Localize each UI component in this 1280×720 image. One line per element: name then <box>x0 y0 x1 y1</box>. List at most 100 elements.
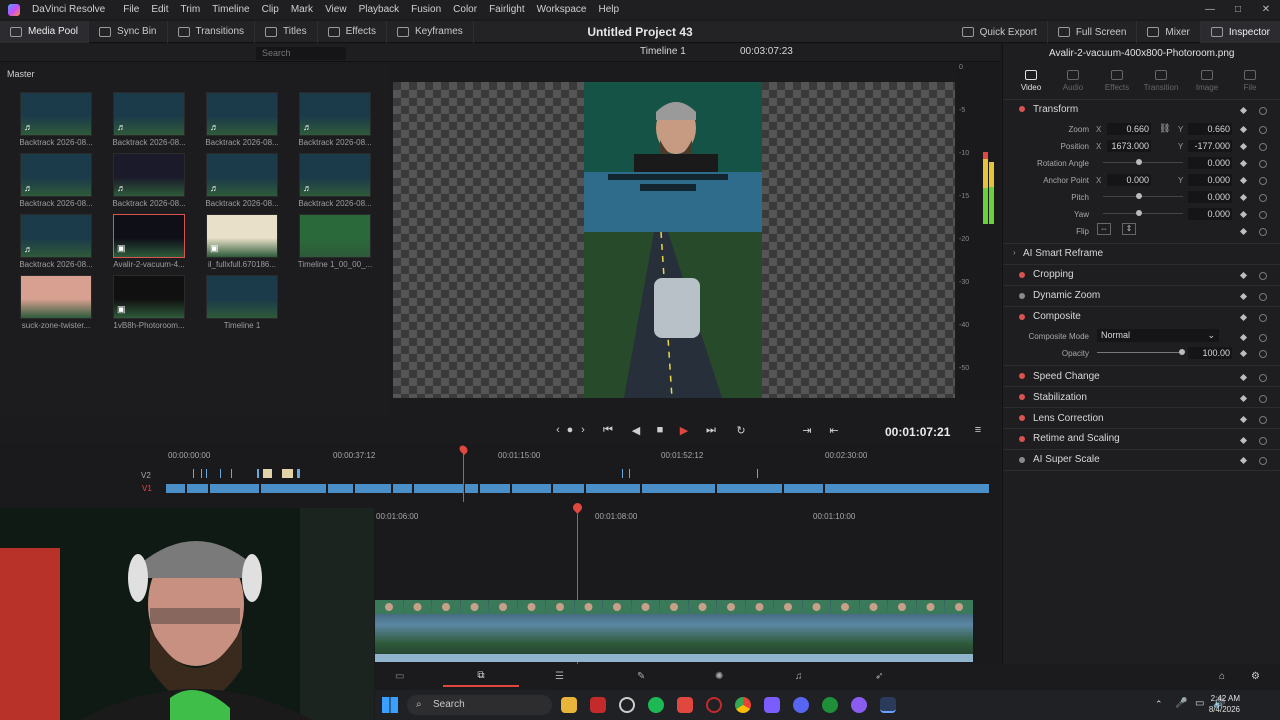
cropping-enable-toggle[interactable] <box>1019 272 1025 278</box>
media-clip[interactable]: Timeline 1 <box>206 275 278 335</box>
menu-workspace[interactable]: Workspace <box>531 4 593 15</box>
anchor-y-field[interactable]: 0.000 <box>1188 174 1232 186</box>
minimize-icon[interactable]: — <box>1196 0 1224 19</box>
reset-icon[interactable] <box>1259 126 1267 134</box>
color-page-icon[interactable]: ✺ <box>715 671 723 682</box>
timeline-clip-v2[interactable] <box>297 469 301 478</box>
timeline-selector[interactable]: Timeline 1 <box>640 46 686 57</box>
anchor-x-field[interactable]: 0.000 <box>1107 174 1151 186</box>
close-icon[interactable]: ✕ <box>1252 0 1280 19</box>
microphone-icon[interactable]: 🎤 <box>1175 698 1187 709</box>
keyframe-diamond-icon[interactable] <box>1239 125 1248 134</box>
timeline-clip[interactable] <box>166 484 186 493</box>
keyframe-diamond-icon[interactable] <box>1239 210 1248 219</box>
keyframe-diamond-icon[interactable] <box>1239 142 1248 151</box>
timeline-clip-v2[interactable] <box>263 469 273 478</box>
timeline-clip-v2[interactable] <box>231 469 233 478</box>
media-clip[interactable]: ▣ Avalir-2-vacuum-4... <box>113 214 185 274</box>
media-clip[interactable]: ♬ Backtrack 2026-08... <box>19 92 93 152</box>
timeline-clip[interactable] <box>261 484 327 493</box>
menu-file[interactable]: File <box>117 4 145 15</box>
next-clip-icon[interactable]: ⇥ <box>799 424 815 437</box>
play-icon[interactable]: ▶ <box>676 424 692 437</box>
reset-icon[interactable] <box>1259 334 1267 342</box>
reset-icon[interactable] <box>1259 314 1267 322</box>
ai-smart-reframe-title[interactable]: AI Smart Reframe <box>1023 248 1103 259</box>
pitch-field[interactable]: 0.000 <box>1188 191 1232 203</box>
tab-transition[interactable]: Transition <box>1141 70 1181 92</box>
menu-fusion[interactable]: Fusion <box>405 4 447 15</box>
composite-enable-toggle[interactable] <box>1019 314 1025 320</box>
opacity-slider[interactable] <box>1097 352 1183 353</box>
timeline-clip[interactable] <box>355 484 392 493</box>
reset-icon[interactable] <box>1259 293 1267 301</box>
timeline-clip[interactable] <box>553 484 585 493</box>
tab-file[interactable]: File <box>1230 70 1270 92</box>
taskbar-clock[interactable]: 2:42 AM 8/4/2026 <box>1209 693 1240 715</box>
deliver-page-icon[interactable]: ➶ <box>875 671 883 682</box>
timeline-clip-v2[interactable] <box>282 469 294 478</box>
media-clip[interactable]: ▣ il_fullxfull.670186... <box>206 214 278 274</box>
reset-icon[interactable] <box>1259 194 1267 202</box>
bin-label[interactable]: Master <box>7 69 35 79</box>
timeline-clip[interactable] <box>414 484 464 493</box>
go-to-start-icon[interactable]: ⏮ <box>600 424 616 437</box>
discord-icon[interactable] <box>793 697 809 713</box>
app-icon-circle[interactable] <box>619 697 635 713</box>
timeline-clip[interactable] <box>480 484 511 493</box>
keyframe-diamond-icon[interactable] <box>1239 333 1248 342</box>
keyframe-diamond-icon[interactable] <box>1239 456 1248 465</box>
zoom-y-field[interactable]: 0.660 <box>1188 123 1232 135</box>
position-x-field[interactable]: 1673.000 <box>1107 140 1151 152</box>
media-clip[interactable]: ♬ Backtrack 2026-08... <box>112 92 186 152</box>
titles-button[interactable]: Titles <box>255 20 318 43</box>
keyframe-diamond-icon[interactable] <box>1239 313 1248 322</box>
mixer-button[interactable]: Mixer <box>1137 21 1201 43</box>
media-clip[interactable]: ♬ Backtrack 2026-08... <box>19 153 93 213</box>
yaw-field[interactable]: 0.000 <box>1188 208 1232 220</box>
reset-icon[interactable] <box>1259 457 1267 465</box>
timeline-clip[interactable] <box>328 484 354 493</box>
timeline-clip[interactable] <box>825 484 990 493</box>
tab-effects[interactable]: Effects <box>1097 70 1137 92</box>
timeline-clip-v2[interactable] <box>757 469 759 478</box>
media-clip[interactable]: ♬ Backtrack 2026-08... <box>205 92 279 152</box>
maximize-icon[interactable]: □ <box>1224 0 1252 19</box>
reset-icon[interactable] <box>1259 437 1267 445</box>
dynamic-zoom-enable-toggle[interactable] <box>1019 293 1025 299</box>
menu-mark[interactable]: Mark <box>285 4 319 15</box>
media-clip[interactable]: suck-zone-twister... <box>20 275 92 335</box>
go-to-end-icon[interactable]: ⏭ <box>703 424 719 437</box>
reset-icon[interactable] <box>1259 374 1267 382</box>
windows-start-icon[interactable] <box>382 697 398 713</box>
transform-title[interactable]: Transform <box>1033 104 1078 115</box>
cut-page-icon[interactable]: ⧉ <box>443 667 519 687</box>
rotation-field[interactable]: 0.000 <box>1188 157 1232 169</box>
reset-icon[interactable] <box>1259 350 1267 358</box>
effects-button[interactable]: Effects <box>318 20 387 43</box>
fusion-page-icon[interactable]: ✎ <box>637 671 645 682</box>
menu-timeline[interactable]: Timeline <box>206 4 255 15</box>
tab-image[interactable]: Image <box>1187 70 1227 92</box>
media-clip[interactable]: ▣ 1vB8h-Photoroom... <box>113 275 185 335</box>
retime-enable-toggle[interactable] <box>1019 436 1025 442</box>
keyframes-button[interactable]: Keyframes <box>387 20 474 43</box>
fairlight-page-icon[interactable]: ♫ <box>795 671 803 682</box>
opacity-field[interactable]: 100.00 <box>1188 347 1232 359</box>
keyframe-diamond-icon[interactable] <box>1239 106 1248 115</box>
timeline-clip[interactable] <box>717 484 783 493</box>
media-clip[interactable]: ♬ Backtrack 2026-08... <box>205 153 279 213</box>
media-page-icon[interactable]: ▭ <box>395 671 404 682</box>
reset-icon[interactable] <box>1259 177 1267 185</box>
expand-chevron-icon[interactable]: › <box>1013 248 1016 257</box>
app-icon-purple[interactable] <box>851 697 867 713</box>
transform-enable-toggle[interactable] <box>1019 106 1025 112</box>
keyframe-diamond-icon[interactable] <box>1239 176 1248 185</box>
next-frame-icon[interactable]: › <box>575 424 591 436</box>
yaw-slider[interactable] <box>1103 213 1183 214</box>
menu-view[interactable]: View <box>319 4 353 15</box>
sync-bin-button[interactable]: Sync Bin <box>89 20 168 43</box>
ai-super-scale-title[interactable]: AI Super Scale <box>1033 454 1100 465</box>
reset-icon[interactable] <box>1259 107 1267 115</box>
stabilization-title[interactable]: Stabilization <box>1033 392 1087 403</box>
